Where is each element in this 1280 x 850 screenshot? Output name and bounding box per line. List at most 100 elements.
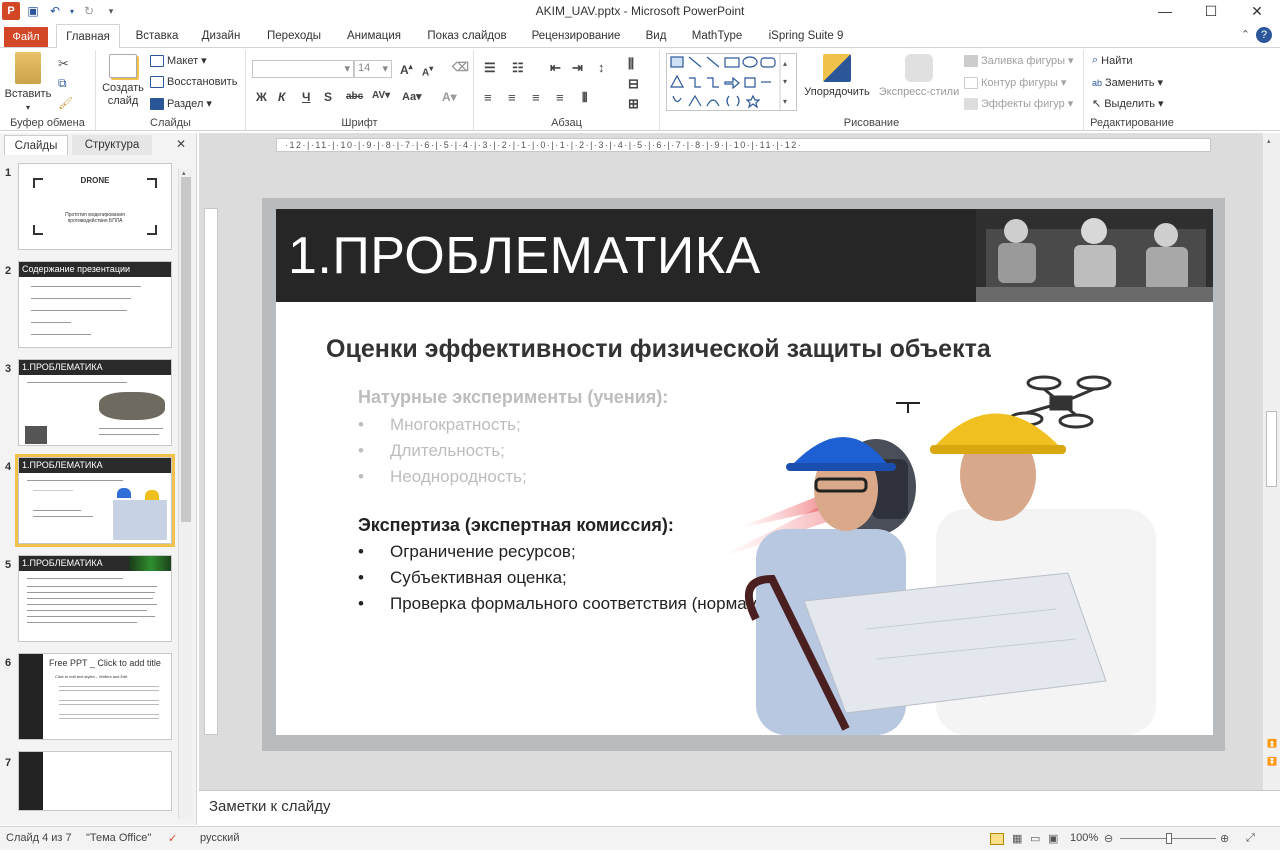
tab-review[interactable]: Рецензирование bbox=[524, 24, 628, 48]
bullets-icon[interactable]: ☰ bbox=[484, 60, 496, 76]
bullet-item[interactable]: • Ограничение ресурсов; bbox=[358, 542, 576, 562]
slide-canvas[interactable]: 1.ПРОБЛЕМАТИКА Оценки эффективности физи… bbox=[276, 209, 1213, 735]
reset-button[interactable]: Восстановить bbox=[150, 76, 237, 88]
fit-to-window-icon[interactable]: ⤢ bbox=[1246, 832, 1255, 845]
shrink-font-icon[interactable]: A▾ bbox=[422, 64, 433, 78]
engineers-drone-illustration[interactable] bbox=[676, 369, 1213, 735]
next-slide-icon[interactable]: ⏬ bbox=[1267, 757, 1277, 766]
section-heading-expertise[interactable]: Экспертиза (экспертная комиссия): bbox=[358, 515, 674, 536]
align-right-icon[interactable]: ≡ bbox=[532, 90, 540, 105]
slide-thumb-1[interactable]: DRONE Прототип моделирования противодейс… bbox=[18, 163, 172, 250]
tab-design[interactable]: Дизайн bbox=[194, 24, 248, 48]
columns-icon[interactable]: ⫴ bbox=[582, 90, 587, 106]
slide-thumb-4[interactable]: 1.ПРОБЛЕМАТИКА bbox=[15, 454, 175, 547]
section-heading-experiments[interactable]: Натурные эксперименты (учения): bbox=[358, 387, 668, 408]
quick-styles-button[interactable]: Экспресс-стили bbox=[874, 54, 964, 99]
tab-insert[interactable]: Вставка bbox=[124, 24, 190, 48]
slide-thumb-5[interactable]: 1.ПРОБЛЕМАТИКА bbox=[18, 555, 172, 642]
section-button[interactable]: Раздел ▾ bbox=[150, 97, 212, 110]
text-direction-icon[interactable]: ⫼ bbox=[628, 56, 634, 72]
underline-icon[interactable]: Ч bbox=[302, 90, 310, 104]
editor-scrollbar[interactable]: ▴ ⏫ ⏬ bbox=[1262, 133, 1280, 790]
change-case-icon[interactable]: Aa▾ bbox=[402, 90, 422, 103]
justify-icon[interactable]: ≡ bbox=[556, 90, 564, 105]
zoom-level[interactable]: 100% bbox=[1070, 832, 1098, 844]
bullet-item[interactable]: • Многократность; bbox=[358, 415, 521, 435]
notes-pane[interactable]: Заметки к слайду bbox=[199, 790, 1280, 826]
scrollbar-thumb[interactable] bbox=[1266, 411, 1277, 487]
format-painter-icon[interactable]: 🖌 bbox=[58, 96, 73, 110]
close-button[interactable]: ✕ bbox=[1234, 0, 1280, 22]
tab-transitions[interactable]: Переходы bbox=[260, 24, 328, 48]
cut-icon[interactable]: ✂ bbox=[58, 56, 69, 72]
slide-thumb-3[interactable]: 1.ПРОБЛЕМАТИКА bbox=[18, 359, 172, 446]
slide-thumb-7[interactable] bbox=[18, 751, 172, 811]
line-spacing-icon[interactable]: ↕ bbox=[598, 60, 605, 75]
help-icon[interactable]: ? bbox=[1256, 27, 1272, 43]
font-color-icon[interactable]: A▾ bbox=[442, 90, 457, 104]
slide-subtitle[interactable]: Оценки эффективности физической защиты о… bbox=[326, 335, 991, 364]
scrollbar-thumb[interactable] bbox=[181, 177, 191, 522]
language-indicator[interactable]: русский bbox=[200, 832, 239, 844]
bullet-item[interactable]: • Субъективная оценка; bbox=[358, 568, 567, 588]
slide-sorter-icon[interactable]: ▦ bbox=[1012, 832, 1022, 845]
bullet-item[interactable]: • Длительность; bbox=[358, 441, 505, 461]
smartart-icon[interactable]: ⊞ bbox=[628, 96, 639, 112]
increase-indent-icon[interactable]: ⇥ bbox=[572, 60, 583, 76]
zoom-out-icon[interactable]: ⊖ bbox=[1104, 832, 1113, 845]
tab-view[interactable]: Вид bbox=[638, 24, 674, 48]
align-left-icon[interactable]: ≡ bbox=[484, 90, 492, 105]
slide-thumb-6[interactable]: Free PPT _ Click to add title Click to e… bbox=[18, 653, 172, 740]
slideshow-icon[interactable]: ▣ bbox=[1048, 832, 1058, 845]
copy-icon[interactable]: ⧉ bbox=[58, 76, 67, 91]
tab-slides-panel[interactable]: Слайды bbox=[4, 135, 68, 155]
grow-font-icon[interactable]: A▴ bbox=[400, 62, 413, 77]
shape-outline-button[interactable]: Контур фигуры ▾ bbox=[964, 76, 1066, 89]
zoom-slider-thumb[interactable] bbox=[1166, 833, 1172, 844]
maximize-button[interactable]: ☐ bbox=[1188, 0, 1234, 22]
tab-animations[interactable]: Анимация bbox=[338, 24, 410, 48]
zoom-in-icon[interactable]: ⊕ bbox=[1220, 832, 1229, 845]
numbering-icon[interactable]: ☷ bbox=[512, 60, 524, 76]
select-button[interactable]: ↖ Выделить ▾ bbox=[1092, 97, 1164, 111]
shadow-icon[interactable]: S bbox=[324, 90, 332, 104]
bold-icon[interactable]: Ж bbox=[256, 90, 267, 104]
scroll-up-icon[interactable]: ▴ bbox=[182, 169, 186, 177]
tab-file[interactable]: Файл bbox=[4, 27, 48, 47]
italic-icon[interactable]: К bbox=[278, 90, 285, 104]
strikethrough-icon[interactable]: abc bbox=[346, 91, 363, 102]
font-size-select[interactable]: 14 ▾ bbox=[354, 60, 392, 78]
replace-button[interactable]: ab Заменить ▾ bbox=[1092, 76, 1163, 90]
minimize-button[interactable]: — bbox=[1142, 0, 1188, 22]
font-name-select[interactable]: ▾ bbox=[252, 60, 354, 78]
shapes-gallery[interactable]: ▴ ▾ ▾ bbox=[666, 53, 797, 111]
layout-button[interactable]: Макет ▾ bbox=[150, 54, 207, 67]
align-center-icon[interactable]: ≡ bbox=[508, 90, 516, 105]
shape-effects-button[interactable]: Эффекты фигур ▾ bbox=[964, 97, 1073, 110]
bullet-item[interactable]: • Неоднородность; bbox=[358, 467, 527, 487]
slides-panel-scrollbar[interactable]: ▴ bbox=[178, 169, 192, 819]
prev-slide-icon[interactable]: ⏫ bbox=[1267, 739, 1277, 748]
paste-button[interactable]: Вставить ▾ bbox=[2, 52, 54, 114]
new-slide-button[interactable]: Создать слайд bbox=[100, 54, 146, 108]
char-spacing-icon[interactable]: AV▾ bbox=[372, 90, 390, 101]
normal-view-icon[interactable] bbox=[990, 833, 1004, 845]
decrease-indent-icon[interactable]: ⇤ bbox=[550, 60, 561, 76]
close-panel-icon[interactable]: ✕ bbox=[176, 137, 186, 151]
theme-name[interactable]: "Тема Office" bbox=[86, 832, 151, 844]
spellcheck-icon[interactable]: ✓ bbox=[168, 832, 177, 845]
slide-title[interactable]: 1.ПРОБЛЕМАТИКА bbox=[288, 226, 761, 286]
reading-view-icon[interactable]: ▭ bbox=[1030, 832, 1040, 845]
tab-slideshow[interactable]: Показ слайдов bbox=[420, 24, 514, 48]
tab-home[interactable]: Главная bbox=[56, 24, 120, 49]
tab-ispring[interactable]: iSpring Suite 9 bbox=[760, 24, 852, 48]
align-text-icon[interactable]: ⊟ bbox=[628, 76, 639, 92]
find-button[interactable]: ⌕ Найти bbox=[1092, 54, 1133, 67]
tab-mathtype[interactable]: MathType bbox=[684, 24, 750, 48]
shape-fill-button[interactable]: Заливка фигуры ▾ bbox=[964, 54, 1074, 67]
tab-outline-panel[interactable]: Структура bbox=[72, 135, 152, 155]
scroll-up-icon[interactable]: ▴ bbox=[1267, 137, 1271, 145]
slide-thumb-2[interactable]: Содержание презентации bbox=[18, 261, 172, 348]
clear-format-icon[interactable]: ⌫ bbox=[452, 60, 469, 74]
collapse-ribbon-icon[interactable]: ⌃ bbox=[1241, 28, 1250, 41]
